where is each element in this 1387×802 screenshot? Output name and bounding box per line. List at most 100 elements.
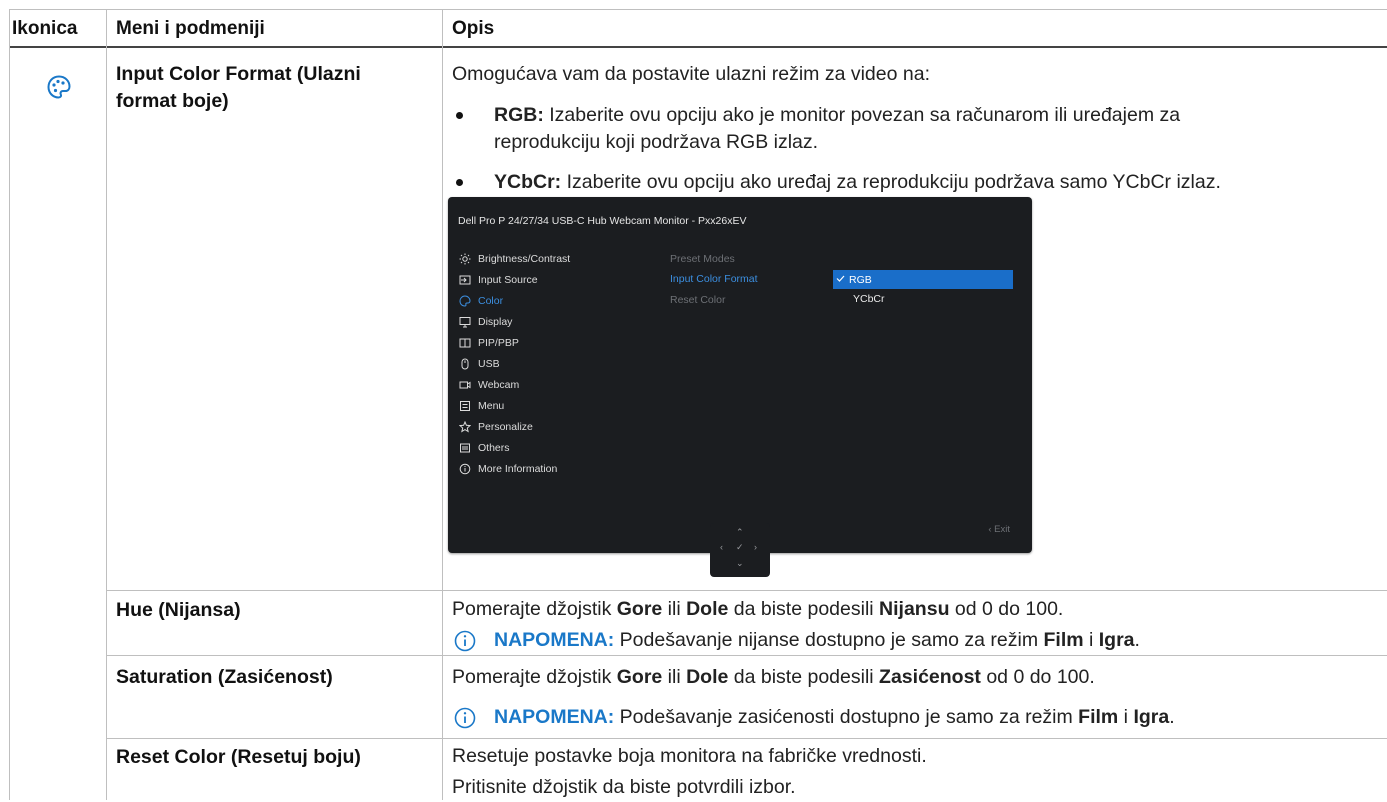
bullet-rgb (456, 112, 463, 119)
osd-menu-label: Input Source (478, 273, 538, 286)
osd-menu-others: Others (458, 439, 510, 456)
input-color-intro: Omogućava vam da postavite ulazni režim … (452, 63, 930, 85)
osd-menu-webcam: Webcam (458, 376, 519, 393)
menu-reset-color: Reset Color (Resetuj boju) (116, 746, 361, 768)
osd-menu-display: Display (458, 313, 512, 330)
osd-menu-usb: USB (458, 355, 500, 372)
osd-option-label: RGB (849, 273, 872, 286)
saturation-note: NAPOMENA: Podešavanje zasićenosti dostup… (494, 703, 1175, 732)
header-menu: Meni i podmeniji (116, 18, 265, 39)
col-divider-2 (106, 9, 107, 800)
bullet-ycbcr (456, 179, 463, 186)
note-end: . (1134, 629, 1140, 651)
mouse-icon (458, 357, 472, 371)
hue-target: Nijansu (879, 598, 950, 620)
saturation-description: Pomerajte džojstik Gore ili Dole da bist… (452, 663, 1095, 692)
row-divider-reset (106, 738, 1387, 739)
menu-line-1: Input Color Format (Ulazni (116, 63, 361, 85)
hue-desc-text: Pomerajte džojstik (452, 598, 617, 620)
star-icon (458, 420, 472, 434)
osd-option-ycbcr: YCbCr (833, 289, 1013, 308)
sat-desc-mid: da biste podesili (728, 666, 880, 688)
osd-exit-label: Exit (994, 524, 1010, 535)
sat-or: ili (662, 666, 687, 688)
osd-sub-reset-color: Reset Color (670, 294, 726, 306)
hue-description: Pomerajte džojstik Gore ili Dole da bist… (452, 595, 1063, 624)
rgb-text-line-1: Izaberite ovu opciju ako je monitor pove… (549, 104, 1181, 126)
menu-icon (458, 399, 472, 413)
hue-desc-mid: da biste podesili (728, 598, 880, 620)
osd-menu-label: Brightness/Contrast (478, 252, 571, 265)
header-icon: Ikonica (12, 18, 78, 39)
note-end: . (1169, 706, 1175, 728)
note-mode-igra: Igra (1098, 629, 1135, 651)
note-and: i (1118, 706, 1134, 728)
row-divider-saturation (106, 655, 1387, 656)
chevron-left-icon: ‹ (720, 542, 723, 552)
chevron-down-icon: ⌄ (736, 558, 744, 568)
monitor-icon (458, 315, 472, 329)
sat-down: Dole (686, 666, 729, 688)
note-mode-film: Film (1043, 629, 1084, 651)
chevron-up-icon: ⌃ (736, 527, 744, 537)
note-info-icon (454, 630, 476, 652)
header-bottom-border (9, 46, 1387, 48)
check-icon: ✓ (736, 542, 744, 552)
hue-note: NAPOMENA: Podešavanje nijanse dostupno j… (494, 626, 1140, 655)
pip-icon (458, 336, 472, 350)
hue-desc-post: od 0 do 100. (949, 598, 1064, 620)
monitor-osd-screenshot: Dell Pro P 24/27/34 USB-C Hub Webcam Mon… (448, 197, 1032, 553)
osd-menu-menu: Menu (458, 397, 504, 414)
note-and: i (1083, 629, 1099, 651)
osd-sub-preset-modes: Preset Modes (670, 253, 735, 265)
rgb-label: RGB: (494, 104, 544, 126)
menu-input-color-format: Input Color Format (Ulazni format boje) (116, 61, 361, 115)
note-mode-film: Film (1078, 706, 1119, 728)
osd-menu-label: More Information (478, 462, 558, 475)
row-divider-hue (106, 590, 1387, 591)
rgb-text-line-2: reprodukciju koji podržava RGB izlaz. (494, 131, 819, 153)
osd-menu-label: Color (478, 294, 504, 307)
info-icon (458, 462, 472, 476)
ycbcr-description: YCbCr: Izaberite ovu opciju ako uređaj z… (494, 168, 1221, 197)
osd-menu-label: PIP/PBP (478, 336, 519, 349)
hue-up: Gore (616, 598, 663, 620)
osd-menu-personalize: Personalize (458, 418, 533, 435)
note-text: Podešavanje nijanse dostupno je samo za … (614, 629, 1044, 651)
col-divider-3 (442, 9, 443, 800)
palette-icon (46, 74, 72, 100)
sat-desc-text: Pomerajte džojstik (452, 666, 617, 688)
joystick-guide: ⌃ ‹ ✓ › ⌄ (710, 523, 770, 577)
osd-menu-label: Webcam (478, 378, 520, 391)
hue-down: Dole (686, 598, 729, 620)
menu-hue: Hue (Nijansa) (116, 599, 241, 621)
sat-desc-post: od 0 do 100. (980, 666, 1095, 688)
rgb-description: RGB: Izaberite ovu opciju ako je monitor… (494, 101, 1180, 130)
header-description: Opis (452, 18, 495, 39)
chevron-left-icon: ‹ (988, 524, 992, 535)
osd-menu-label: Display (478, 315, 513, 328)
osd-option-rgb: RGB (833, 270, 1013, 289)
osd-menu-pip-pbp: PIP/PBP (458, 334, 519, 351)
osd-title: Dell Pro P 24/27/34 USB-C Hub Webcam Mon… (458, 215, 747, 227)
osd-menu-color: Color (458, 292, 503, 309)
webcam-icon (458, 378, 472, 392)
note-label: NAPOMENA: (494, 706, 615, 728)
reset-line-2: Pritisnite džojstik da biste potvrdili i… (452, 776, 796, 798)
note-mode-igra: Igra (1133, 706, 1170, 728)
note-label: NAPOMENA: (494, 629, 615, 651)
osd-menu-label: Personalize (478, 420, 533, 433)
input-icon (458, 273, 472, 287)
reset-line-1: Resetuje postavke boja monitora na fabri… (452, 745, 927, 767)
menu-saturation: Saturation (Zasićenost) (116, 666, 333, 688)
osd-menu-label: Others (478, 441, 510, 454)
osd-menu-more-information: More Information (458, 460, 557, 477)
table-top-border (9, 9, 1387, 10)
ycbcr-label: YCbCr: (494, 171, 562, 193)
note-info-icon (454, 707, 476, 729)
others-icon (458, 441, 472, 455)
osd-menu-label: USB (478, 357, 500, 370)
check-icon (836, 274, 845, 286)
menu-line-2: format boje) (116, 90, 229, 112)
col-divider-1 (9, 9, 10, 800)
